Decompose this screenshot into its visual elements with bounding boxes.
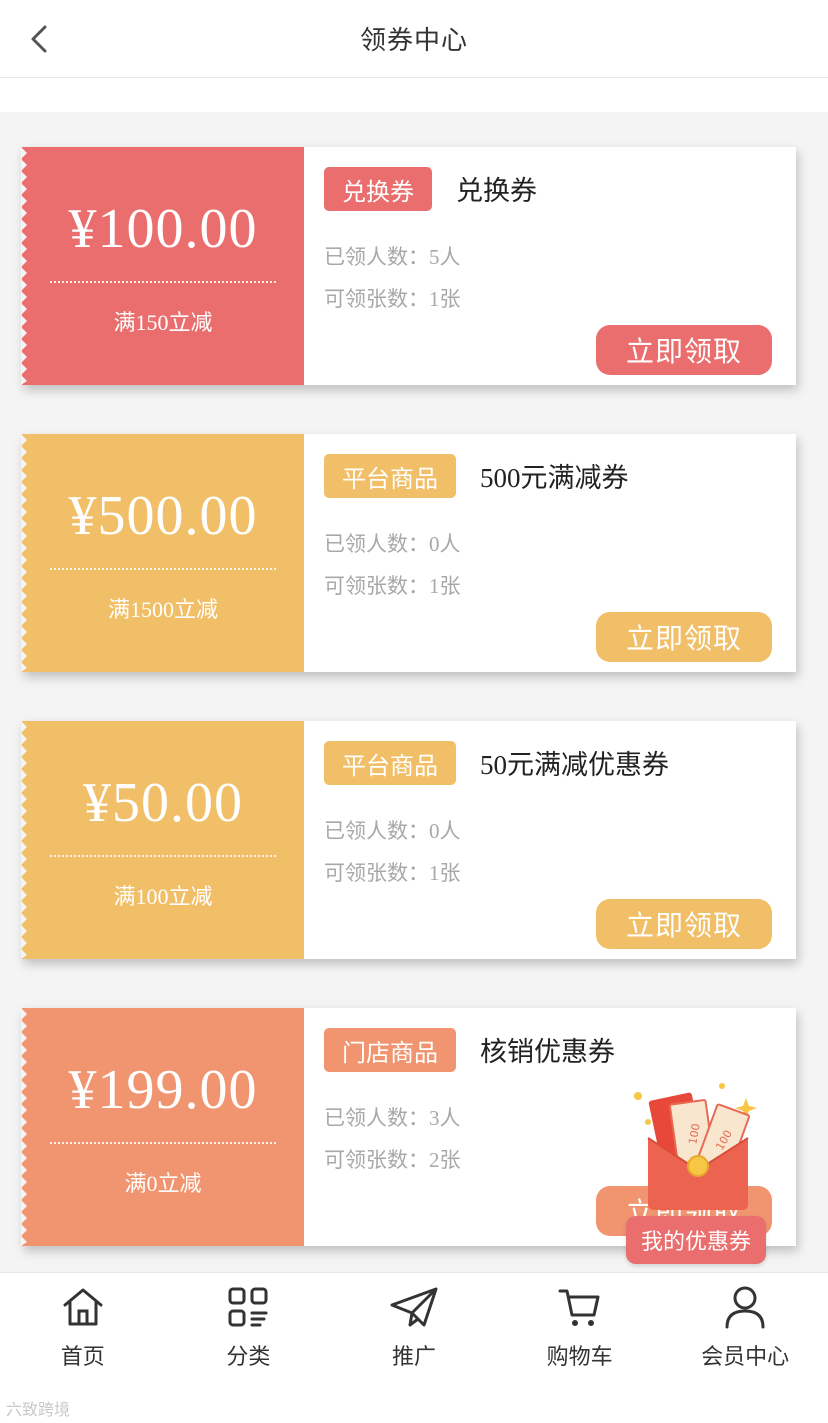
dotted-divider: [50, 568, 276, 570]
tab-label: 首页: [60, 1344, 105, 1369]
zigzag-edge: [21, 434, 27, 672]
watermark: 六致跨境: [6, 1402, 71, 1419]
zigzag-edge: [21, 721, 27, 959]
my-coupons-button[interactable]: 我的优惠券: [626, 1216, 766, 1264]
coupon-card: ¥100.00 满150立减 兑换券 兑换券 已领人数：5人 可领张数：1张 立…: [21, 147, 796, 385]
cart-icon: [558, 1289, 600, 1326]
chevron-left-icon: [31, 25, 47, 53]
page-title: 领券中心: [359, 25, 468, 55]
coupon-amount: ¥500.00: [68, 485, 258, 547]
claim-limit: 可领张数：2张: [324, 1148, 461, 1172]
coupon-info-panel: 兑换券 兑换券 已领人数：5人 可领张数：1张 立即领取: [304, 147, 796, 385]
coupon-info-panel: 平台商品 50元满减优惠券 已领人数：0人 可领张数：1张 立即领取: [304, 721, 796, 959]
home-icon: [63, 1288, 103, 1326]
coupon-condition: 满100立减: [113, 884, 213, 909]
dotted-divider: [50, 855, 276, 857]
claim-button[interactable]: 立即领取: [596, 899, 772, 949]
coupon-value-panel: ¥500.00 满1500立减: [21, 434, 304, 672]
dotted-divider: [50, 281, 276, 283]
coupon-amount: ¥199.00: [68, 1059, 258, 1121]
coupon-condition: 满0立减: [124, 1171, 202, 1196]
user-icon: [725, 1286, 765, 1329]
received-count: 已领人数：3人: [324, 1106, 461, 1130]
tab-cart[interactable]: 购物车: [497, 1273, 663, 1390]
coupon-card: ¥500.00 满1500立减 平台商品 500元满减券 已领人数：0人 可领张…: [21, 434, 796, 672]
header-bar: 领券中心: [0, 0, 828, 78]
zigzag-edge: [21, 1008, 27, 1246]
coupon-type-tag: 平台商品: [324, 741, 456, 785]
coupon-name: 兑换券: [456, 176, 537, 206]
coupon-name: 50元满减优惠券: [480, 750, 669, 780]
coupon-amount: ¥100.00: [68, 198, 258, 260]
coupon-condition: 满1500立减: [107, 597, 218, 622]
my-coupons-float[interactable]: 100 100 我的优惠券: [626, 1078, 770, 1264]
bottom-tab-bar: 首页 分类 推广 购物车 会员中心: [0, 1272, 828, 1390]
coupon-amount: ¥50.00: [83, 772, 243, 834]
category-icon: [228, 1287, 268, 1327]
coupon-info-panel: 平台商品 500元满减券 已领人数：0人 可领张数：1张 立即领取: [304, 434, 796, 672]
coupon-name: 500元满减券: [480, 463, 629, 493]
tab-home[interactable]: 首页: [0, 1273, 166, 1390]
coupon-card: ¥50.00 满100立减 平台商品 50元满减优惠券 已领人数：0人 可领张数…: [21, 721, 796, 959]
coupon-condition: 满150立减: [113, 310, 213, 335]
coupon-type-tag: 兑换券: [324, 167, 432, 211]
claim-limit: 可领张数：1张: [324, 861, 461, 885]
coupon-name: 核销优惠券: [480, 1037, 615, 1067]
tab-label: 分类: [226, 1344, 271, 1369]
received-count: 已领人数：5人: [324, 245, 461, 269]
claim-button[interactable]: 立即领取: [596, 325, 772, 375]
tab-label: 会员中心: [701, 1344, 790, 1369]
tab-promote[interactable]: 推广: [331, 1273, 497, 1390]
red-envelope-icon: 100 100: [634, 1083, 757, 1210]
received-count: 已领人数：0人: [324, 532, 461, 556]
claim-limit: 可领张数：1张: [324, 574, 461, 598]
claim-limit: 可领张数：1张: [324, 287, 461, 311]
zigzag-edge: [21, 147, 27, 385]
coupon-value-panel: ¥50.00 满100立减: [21, 721, 304, 959]
tab-category[interactable]: 分类: [166, 1273, 332, 1390]
coupon-value-panel: ¥199.00 满0立减: [21, 1008, 304, 1246]
tab-member-center[interactable]: 会员中心: [662, 1273, 828, 1390]
coupon-value-panel: ¥100.00 满150立减: [21, 147, 304, 385]
received-count: 已领人数：0人: [324, 819, 461, 843]
coupon-type-tag: 平台商品: [324, 454, 456, 498]
claim-button[interactable]: 立即领取: [596, 612, 772, 662]
paper-plane-icon: [390, 1287, 438, 1327]
tab-label: 推广: [391, 1344, 436, 1369]
coupon-type-tag: 门店商品: [324, 1028, 456, 1072]
tab-label: 购物车: [546, 1344, 613, 1369]
dotted-divider: [50, 1142, 276, 1144]
back-button[interactable]: [22, 22, 56, 56]
